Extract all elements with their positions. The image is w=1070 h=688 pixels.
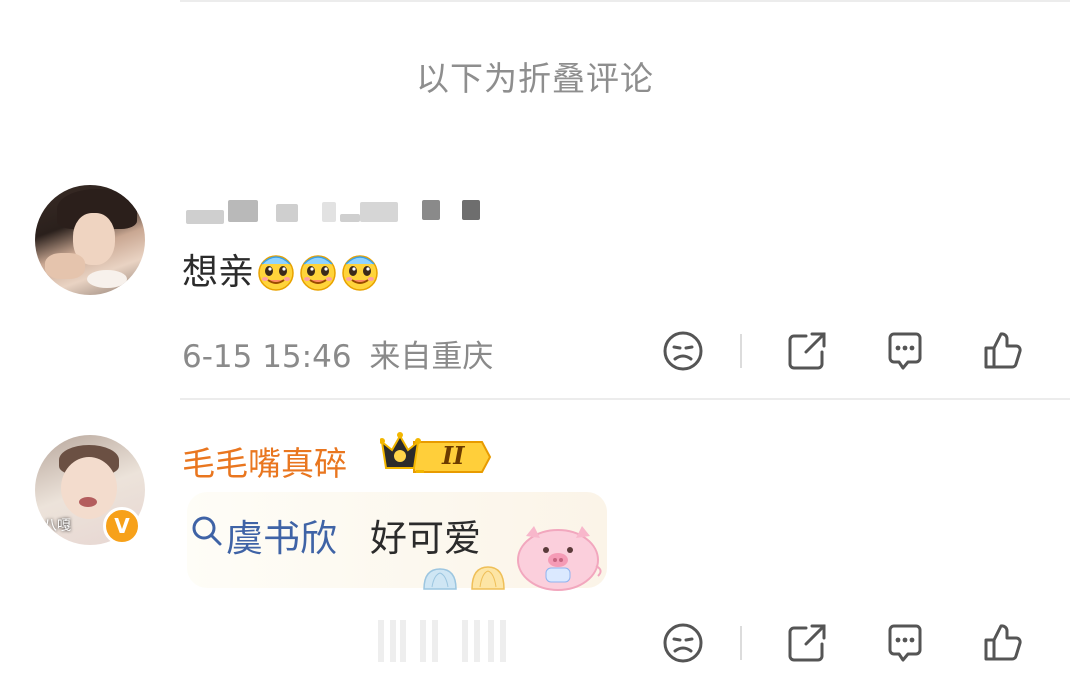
comment-meta: 6-15 15:46 来自重庆 <box>182 331 493 376</box>
vip-crown-badge[interactable]: II <box>379 430 492 474</box>
comment-time: 6-15 15:46 <box>182 339 352 375</box>
action-separator <box>740 334 742 368</box>
comment-body: 好可爱 <box>370 517 481 560</box>
username-obscured[interactable] <box>180 196 490 226</box>
share-icon[interactable] <box>784 620 830 666</box>
pink-pig-sticker <box>512 520 608 592</box>
action-separator <box>740 626 742 660</box>
comment-time-obscured <box>378 620 508 662</box>
sticker-decoration <box>422 565 458 591</box>
dislike-icon[interactable] <box>660 328 706 374</box>
reply-icon[interactable] <box>882 328 928 374</box>
sticker-decoration <box>470 563 506 591</box>
username[interactable]: 毛毛嘴真碎 <box>182 437 347 485</box>
folded-comments-label: 以下为折叠评论 <box>416 59 654 98</box>
comment-actions <box>660 328 1050 378</box>
avatar[interactable] <box>35 185 145 295</box>
top-divider <box>180 0 1070 2</box>
comment-text: 想亲 <box>182 243 380 295</box>
avatar-caption: 八嘎 <box>43 518 71 534</box>
share-icon[interactable] <box>784 328 830 374</box>
comment-body: 想亲 <box>182 252 255 293</box>
comment-divider <box>180 398 1070 400</box>
reply-icon[interactable] <box>882 620 928 666</box>
like-icon[interactable] <box>980 328 1026 374</box>
comment-actions <box>660 620 1050 670</box>
search-icon <box>190 514 224 548</box>
drooling-face-icon <box>298 252 338 292</box>
drooling-face-icon <box>340 252 380 292</box>
verified-badge: V <box>103 507 141 545</box>
dislike-icon[interactable] <box>660 620 706 666</box>
like-icon[interactable] <box>980 620 1026 666</box>
comment-location: 来自重庆 <box>369 339 494 375</box>
level-text: II <box>441 441 465 470</box>
topic-link[interactable]: 虞书欣 <box>226 508 337 562</box>
drooling-face-icon <box>256 252 296 292</box>
